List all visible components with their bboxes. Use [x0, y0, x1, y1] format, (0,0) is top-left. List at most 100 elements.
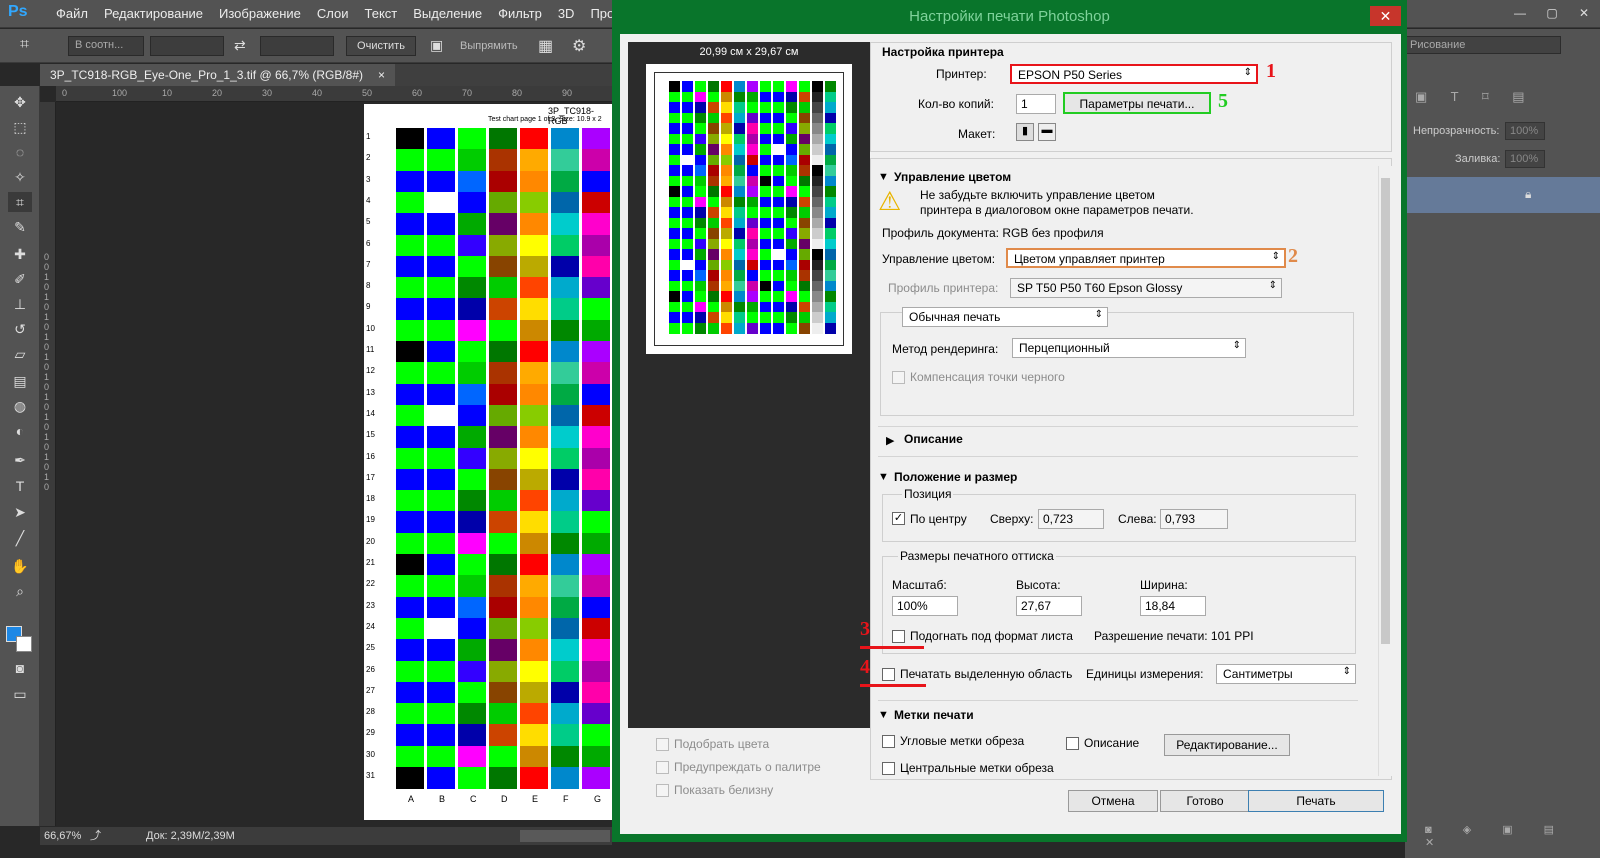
color-patch	[427, 617, 455, 640]
menu-item-7[interactable]: 3D	[550, 0, 583, 28]
print-settings-button[interactable]: Параметры печати...	[1063, 92, 1211, 114]
share-icon[interactable]: ⤴	[90, 827, 101, 845]
pen-tool-icon[interactable]: ✒	[8, 450, 32, 470]
menu-item-4[interactable]: Текст	[357, 0, 406, 28]
straighten-icon[interactable]: ▣	[430, 37, 443, 54]
left-input[interactable]: 0,793	[1160, 509, 1228, 529]
move-tool-icon[interactable]: ✥	[8, 92, 32, 112]
gear-icon[interactable]: ⚙	[572, 36, 586, 56]
units-select[interactable]: Сантиметры	[1216, 664, 1356, 684]
color-patch	[489, 745, 517, 768]
print-marks-heading[interactable]: Метки печати	[894, 708, 974, 722]
dodge-tool-icon[interactable]: ◐	[8, 421, 32, 441]
collapse-marks-icon[interactable]: ▼	[878, 709, 889, 721]
screen-mode-icon[interactable]: ▭	[8, 684, 32, 704]
center-crop-checkbox[interactable]	[882, 762, 895, 775]
copies-input[interactable]: 1	[1016, 94, 1056, 114]
menu-item-6[interactable]: Фильтр	[490, 0, 550, 28]
black-point-checkbox[interactable]	[892, 371, 905, 384]
height-field[interactable]	[260, 36, 334, 56]
line-tool-icon[interactable]: ╱	[8, 528, 32, 548]
scale-input[interactable]: 100%	[892, 596, 958, 616]
gradient-tool-icon[interactable]: ▤	[8, 371, 32, 391]
top-input[interactable]: 0,723	[1038, 509, 1104, 529]
edit-description-button[interactable]: Редактирование...	[1164, 734, 1290, 756]
width-input[interactable]: 18,84	[1140, 596, 1206, 616]
menu-item-0[interactable]: Файл	[48, 0, 96, 28]
history-brush-tool-icon[interactable]: ↺	[8, 319, 32, 339]
healing-brush-tool-icon[interactable]: ✚	[8, 244, 32, 264]
rendering-intent-select[interactable]: Перцепционный	[1012, 338, 1246, 358]
printer-select[interactable]: EPSON P50 Series	[1010, 64, 1258, 84]
marquee-tool-icon[interactable]: ⬚	[8, 117, 32, 137]
layer-filter-icons[interactable]: ▣ T ⌑ ▤	[1415, 89, 1535, 105]
blur-tool-icon[interactable]: ◍	[8, 396, 32, 416]
menu-item-5[interactable]: Выделение	[405, 0, 490, 28]
show-paper-white-checkbox[interactable]	[656, 784, 669, 797]
crop-tool-icon[interactable]: ⌗	[20, 36, 29, 54]
grid-overlay-icon[interactable]: ▦	[538, 36, 553, 56]
color-patch	[520, 681, 548, 704]
lasso-tool-icon[interactable]: ◌	[8, 142, 32, 162]
close-app-button[interactable]: ✕	[1568, 0, 1600, 28]
preview-patch	[812, 133, 823, 145]
description-checkbox[interactable]	[1066, 737, 1079, 750]
gamut-warning-checkbox[interactable]	[656, 761, 669, 774]
zoom-level[interactable]: 66,67%	[44, 827, 81, 845]
printer-profile-select[interactable]: SP T50 P50 T60 Epson Glossy	[1010, 278, 1282, 298]
maximize-button[interactable]: ▢	[1536, 0, 1568, 28]
print-button[interactable]: Печать	[1248, 790, 1384, 812]
workspace-select[interactable]: Рисование	[1405, 36, 1561, 54]
height-input[interactable]: 27,67	[1016, 596, 1082, 616]
fill-field[interactable]: 100%	[1505, 150, 1545, 168]
path-selection-tool-icon[interactable]: ➤	[8, 502, 32, 522]
background-color-swatch[interactable]	[16, 636, 32, 652]
expand-description-icon[interactable]: ▶	[886, 434, 894, 447]
normal-print-select[interactable]: Обычная печать	[902, 307, 1108, 327]
preview-paper[interactable]	[646, 64, 852, 354]
menu-item-3[interactable]: Слои	[309, 0, 357, 28]
landscape-layout-icon[interactable]: ▬	[1038, 123, 1056, 141]
collapse-color-icon[interactable]: ▼	[878, 171, 889, 183]
done-button[interactable]: Готово	[1160, 790, 1250, 812]
collapse-position-icon[interactable]: ▼	[878, 471, 889, 483]
settings-scrollbar[interactable]	[1378, 166, 1392, 776]
menu-item-1[interactable]: Редактирование	[96, 0, 211, 28]
portrait-layout-icon[interactable]: ▮	[1016, 123, 1034, 141]
scrollbar-thumb[interactable]	[1381, 178, 1390, 644]
crop-tool-active-icon[interactable]: ⌗	[8, 192, 32, 212]
hand-tool-icon[interactable]: ✋	[8, 556, 32, 576]
layer-row-background[interactable]: 🔒︎	[1405, 177, 1600, 213]
eyedropper-tool-icon[interactable]: ✎	[8, 217, 32, 237]
straighten-label[interactable]: Выпрямить	[460, 40, 518, 52]
print-selected-area-checkbox[interactable]	[882, 668, 895, 681]
close-tab-icon[interactable]: ×	[378, 64, 385, 86]
width-field[interactable]	[150, 36, 224, 56]
position-size-heading[interactable]: Положение и размер	[894, 470, 1017, 484]
dialog-close-button[interactable]: ✕	[1370, 6, 1401, 26]
quick-mask-icon[interactable]: ◙	[8, 658, 32, 678]
match-colors-checkbox[interactable]	[656, 738, 669, 751]
zoom-tool-icon[interactable]: ⌕	[8, 581, 32, 601]
center-checkbox[interactable]: ✓	[892, 512, 905, 525]
brush-tool-icon[interactable]: ✐	[8, 269, 32, 289]
minimize-button[interactable]: —	[1504, 0, 1536, 28]
stamp-tool-icon[interactable]: ⊥	[8, 294, 32, 314]
eraser-tool-icon[interactable]: ▱	[8, 344, 32, 364]
layers-footer-icons[interactable]: ◙ ◈ ▣ ▤ ✕	[1405, 823, 1600, 849]
fit-media-checkbox[interactable]	[892, 630, 905, 643]
magic-wand-tool-icon[interactable]: ✧	[8, 167, 32, 187]
corner-crop-checkbox[interactable]	[882, 735, 895, 748]
cancel-button[interactable]: Отмена	[1068, 790, 1158, 812]
opacity-field[interactable]: 100%	[1505, 122, 1545, 140]
menu-item-2[interactable]: Изображение	[211, 0, 309, 28]
horizontal-scroll-thumb[interactable]	[520, 830, 610, 842]
swap-icon[interactable]: ⇄	[234, 37, 246, 54]
color-handling-select[interactable]: Цветом управляет принтер	[1006, 248, 1286, 268]
description-heading[interactable]: Описание	[904, 432, 963, 446]
clear-button[interactable]: Очистить	[346, 36, 416, 56]
color-management-heading[interactable]: Управление цветом	[894, 170, 1011, 184]
ratio-select[interactable]: В соотн...	[68, 36, 144, 56]
document-tab[interactable]: 3P_TC918-RGB_Eye-One_Pro_1_3.tif @ 66,7%…	[40, 64, 395, 86]
type-tool-icon[interactable]: T	[8, 476, 32, 496]
